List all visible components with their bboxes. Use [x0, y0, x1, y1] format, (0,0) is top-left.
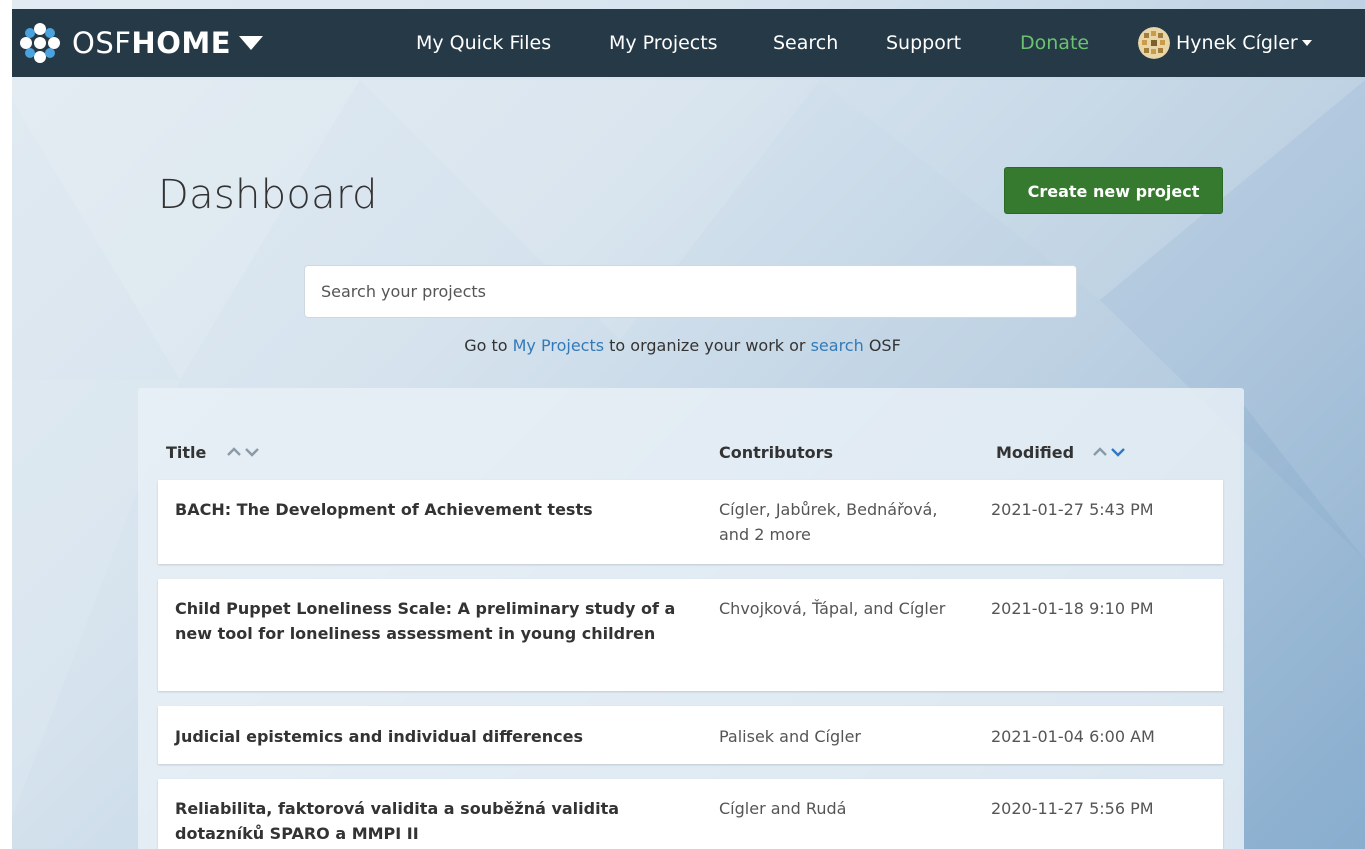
top-navbar: OSFHOME My Quick Files My Projects Searc… [12, 9, 1365, 77]
brand-osf: OSF [72, 26, 132, 60]
project-title[interactable]: Child Puppet Loneliness Scale: A prelimi… [175, 596, 685, 646]
project-row[interactable]: Child Puppet Loneliness Scale: A prelimi… [158, 579, 1223, 691]
project-title[interactable]: BACH: The Development of Achievement tes… [175, 497, 685, 522]
nav-search[interactable]: Search [773, 23, 838, 63]
column-title-label: Title [166, 442, 207, 462]
dashboard-hint: Go to My Projects to organize your work … [0, 336, 1365, 355]
sort-ascending-icon[interactable] [226, 446, 242, 458]
nav-my-quick-files[interactable]: My Quick Files [416, 23, 551, 63]
user-name: Hynek Cígler [1176, 32, 1298, 54]
column-header-title: Title [166, 438, 260, 466]
sort-ascending-icon[interactable] [1092, 446, 1108, 458]
project-title[interactable]: Judicial epistemics and individual diffe… [175, 724, 685, 749]
caret-down-icon [1301, 40, 1312, 46]
project-modified: 2020-11-27 5:56 PM [991, 799, 1154, 818]
caret-down-icon [239, 36, 264, 50]
project-contributors: Cígler, Jabůrek, Bednářová, and 2 more [719, 500, 938, 544]
hint-suffix: OSF [863, 336, 901, 355]
sort-descending-icon[interactable] [1110, 446, 1126, 458]
osf-home-brand[interactable]: OSFHOME [18, 22, 264, 64]
project-modified: 2021-01-04 6:00 AM [991, 727, 1155, 746]
project-contributors: Cígler and Rudá [719, 799, 847, 818]
hint-middle: to organize your work or [604, 336, 811, 355]
project-contributors: Palisek and Cígler [719, 727, 861, 746]
sort-descending-icon[interactable] [244, 446, 260, 458]
nav-support[interactable]: Support [886, 23, 961, 63]
project-modified: 2021-01-27 5:43 PM [991, 500, 1154, 519]
project-row[interactable]: Reliabilita, faktorová validita a souběž… [158, 779, 1223, 849]
nav-donate[interactable]: Donate [1020, 23, 1089, 63]
user-avatar-icon [1138, 27, 1170, 59]
column-header-modified: Modified [996, 438, 1126, 466]
page-title: Dashboard [158, 172, 378, 218]
brand-text: OSFHOME [72, 22, 231, 64]
column-header-contributors: Contributors [719, 438, 833, 466]
project-title[interactable]: Reliabilita, faktorová validita a souběž… [175, 796, 685, 846]
osf-logo-icon [20, 23, 60, 63]
project-row[interactable]: Judicial epistemics and individual diffe… [158, 706, 1223, 764]
project-contributors: Chvojková, Ťápal, and Cígler [719, 599, 946, 618]
create-new-project-button[interactable]: Create new project [1004, 167, 1223, 214]
hint-link-search[interactable]: search [811, 336, 864, 355]
brand-home: HOME [131, 26, 232, 60]
search-projects-input[interactable] [304, 265, 1077, 318]
column-contributors-label: Contributors [719, 442, 834, 462]
hint-link-my-projects[interactable]: My Projects [513, 336, 604, 355]
hint-prefix: Go to [464, 336, 513, 355]
nav-my-projects[interactable]: My Projects [609, 23, 718, 63]
project-modified: 2021-01-18 9:10 PM [991, 599, 1154, 618]
column-modified-label: Modified [996, 442, 1075, 462]
project-row[interactable]: BACH: The Development of Achievement tes… [158, 480, 1223, 564]
left-edge [0, 0, 12, 849]
user-menu[interactable]: Hynek Cígler [1138, 23, 1312, 63]
